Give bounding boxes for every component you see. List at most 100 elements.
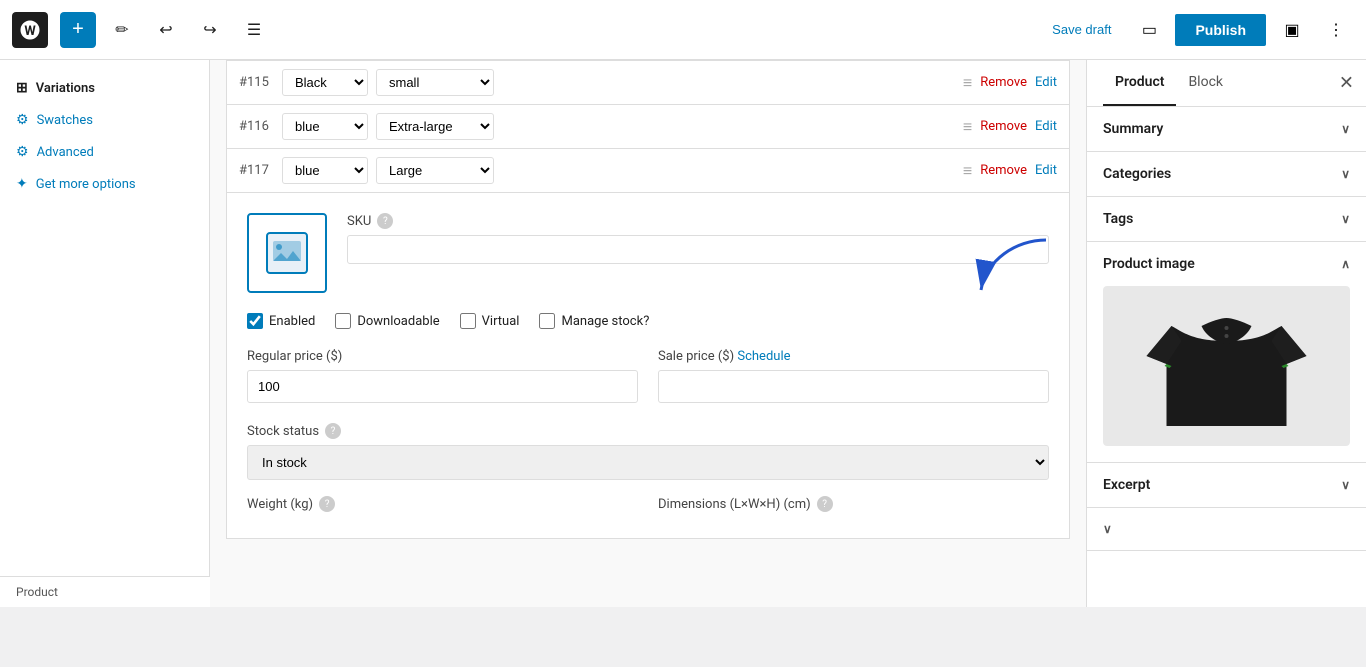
virtual-checkbox[interactable]	[460, 313, 476, 329]
panel-section-summary: Summary ∨	[1087, 107, 1366, 152]
manage-stock-checkbox-label[interactable]: Manage stock?	[539, 313, 649, 329]
publish-button[interactable]: Publish	[1175, 14, 1266, 46]
sku-section: SKU ?	[347, 213, 1049, 264]
undo-button[interactable]: ↩	[148, 12, 184, 48]
tags-section-header[interactable]: Tags ∨	[1087, 197, 1366, 241]
sidebar-item-swatches[interactable]: ⚙ Swatches	[0, 104, 209, 136]
panel-section-categories: Categories ∨	[1087, 152, 1366, 197]
sku-help-icon[interactable]: ?	[377, 213, 393, 229]
view-button[interactable]: ▭	[1131, 12, 1167, 48]
sidebar-item-get-more[interactable]: ✦ Get more options	[0, 168, 209, 200]
downloadable-checkbox-label[interactable]: Downloadable	[335, 313, 439, 329]
schedule-link[interactable]: Schedule	[737, 349, 790, 364]
summary-section-header[interactable]: Summary ∨	[1087, 107, 1366, 151]
regular-price-input[interactable]	[247, 370, 638, 403]
topbar: W + ✏ ↩ ↪ ☰ Save draft ▭ Publish ▣ ⋮	[0, 0, 1366, 60]
remove-link-117[interactable]: Remove	[980, 163, 1027, 178]
product-image-section-header[interactable]: Product image ∧	[1087, 242, 1366, 286]
scroll-more-header[interactable]: ∨	[1087, 508, 1366, 550]
excerpt-section-header[interactable]: Excerpt ∨	[1087, 463, 1366, 507]
regular-price-label: Regular price ($)	[247, 349, 638, 364]
grid-icon: ⊞	[16, 80, 28, 96]
drag-handle-117[interactable]: ≡	[963, 161, 972, 181]
variation-id-116: #116	[239, 119, 274, 134]
variation-image-placeholder[interactable]	[247, 213, 327, 293]
variation-row-117: #117 Black blue small medium Large Extra…	[226, 149, 1070, 193]
variation-color-select-117[interactable]: Black blue	[282, 157, 368, 184]
dimensions-field: Dimensions (L×W×H) (cm) ?	[658, 496, 1049, 518]
dimensions-help-icon[interactable]: ?	[817, 496, 833, 512]
weight-help-icon[interactable]: ?	[319, 496, 335, 512]
more-options-button[interactable]: ⋮	[1318, 12, 1354, 48]
main-content: #115 Black blue small medium Large Extra…	[210, 60, 1086, 607]
sku-input[interactable]	[347, 235, 1049, 264]
product-image-container	[1087, 286, 1366, 462]
close-panel-button[interactable]: ✕	[1339, 73, 1354, 94]
sidebar-item-advanced[interactable]: ⚙ Advanced	[0, 136, 209, 168]
enabled-checkbox-label[interactable]: Enabled	[247, 313, 315, 329]
variation-row-115: #115 Black blue small medium Large Extra…	[226, 60, 1070, 105]
drag-handle-115[interactable]: ≡	[963, 73, 972, 93]
weight-label: Weight (kg) ?	[247, 496, 638, 512]
dimensions-label: Dimensions (L×W×H) (cm) ?	[658, 496, 1049, 512]
virtual-checkbox-label[interactable]: Virtual	[460, 313, 520, 329]
product-image-chevron-icon: ∧	[1341, 257, 1350, 271]
panel-scroll-more: ∨	[1087, 508, 1366, 551]
sale-price-input[interactable]	[658, 370, 1049, 403]
sale-price-field: Sale price ($) Schedule	[658, 349, 1049, 403]
scroll-more-chevron-icon: ∨	[1103, 522, 1112, 536]
tab-product[interactable]: Product	[1103, 60, 1176, 106]
redo-button[interactable]: ↪	[192, 12, 228, 48]
dimensions-row: Weight (kg) ? Dimensions (L×W×H) (cm) ?	[247, 496, 1049, 518]
variation-color-select-116[interactable]: Black blue	[282, 113, 368, 140]
drag-handle-116[interactable]: ≡	[963, 117, 972, 137]
stock-help-icon[interactable]: ?	[325, 423, 341, 439]
tags-chevron-icon: ∨	[1341, 212, 1350, 226]
downloadable-checkbox[interactable]	[335, 313, 351, 329]
edit-link-117[interactable]: Edit	[1035, 163, 1057, 178]
categories-section-header[interactable]: Categories ∨	[1087, 152, 1366, 196]
tab-block[interactable]: Block	[1176, 60, 1235, 106]
edit-link-116[interactable]: Edit	[1035, 119, 1057, 134]
stock-status-row: Stock status ? In stock Out of stock On …	[247, 423, 1049, 480]
remove-link-115[interactable]: Remove	[980, 75, 1027, 90]
content-inner: #115 Black blue small medium Large Extra…	[210, 60, 1086, 555]
sku-label: SKU ?	[347, 213, 1049, 229]
edit-link-115[interactable]: Edit	[1035, 75, 1057, 90]
sidebar-item-variations[interactable]: ⊞ Variations	[0, 72, 209, 104]
svg-text:W: W	[24, 24, 36, 39]
sidebar-toggle-button[interactable]: ▣	[1274, 12, 1310, 48]
panel-section-excerpt: Excerpt ∨	[1087, 463, 1366, 508]
variation-size-select-116[interactable]: small medium Large Extra-large	[376, 113, 494, 140]
right-panel: Product Block ✕ Summary ∨ Categories ∨ T…	[1086, 60, 1366, 607]
sale-price-label: Sale price ($) Schedule	[658, 349, 1049, 364]
stock-status-label: Stock status ?	[247, 423, 1049, 439]
wp-logo: W	[12, 12, 48, 48]
enabled-checkbox[interactable]	[247, 313, 263, 329]
summary-chevron-icon: ∨	[1341, 122, 1350, 136]
panel-section-product-image: Product image ∧	[1087, 242, 1366, 463]
variation-size-select-117[interactable]: small medium Large Extra-large	[376, 157, 494, 184]
manage-stock-checkbox[interactable]	[539, 313, 555, 329]
pencil-button[interactable]: ✏	[104, 12, 140, 48]
categories-chevron-icon: ∨	[1341, 167, 1350, 181]
variation-color-select-115[interactable]: Black blue	[282, 69, 368, 96]
price-row: Regular price ($) Sale price ($) Schedul…	[247, 349, 1049, 403]
detail-top: SKU ?	[247, 213, 1049, 293]
variation-id-115: #115	[239, 75, 274, 90]
menu-button[interactable]: ☰	[236, 12, 272, 48]
status-bar: Product	[0, 576, 210, 607]
variation-detail: SKU ? Enabled Downloadable	[226, 193, 1070, 539]
weight-field: Weight (kg) ?	[247, 496, 638, 518]
remove-link-116[interactable]: Remove	[980, 119, 1027, 134]
product-thumbnail[interactable]	[1103, 286, 1350, 446]
save-draft-button[interactable]: Save draft	[1040, 16, 1123, 43]
stock-status-select[interactable]: In stock Out of stock On backorder	[247, 445, 1049, 480]
variation-row-116: #116 Black blue small medium Large Extra…	[226, 105, 1070, 149]
main-layout: ⊞ Variations ⚙ Swatches ⚙ Advanced ✦ Get…	[0, 60, 1366, 607]
variation-size-select-115[interactable]: small medium Large Extra-large	[376, 69, 494, 96]
excerpt-chevron-icon: ∨	[1341, 478, 1350, 492]
add-button[interactable]: +	[60, 12, 96, 48]
swatches-icon: ⚙	[16, 112, 29, 128]
variation-id-117: #117	[239, 163, 274, 178]
